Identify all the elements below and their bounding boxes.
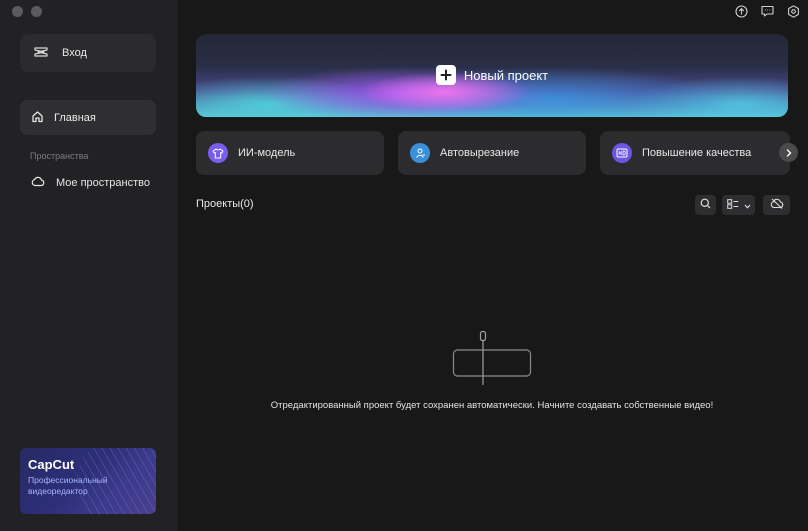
view-mode-dropdown[interactable] — [722, 195, 755, 215]
search-icon — [700, 196, 711, 214]
home-label: Главная — [54, 111, 96, 124]
plus-icon — [435, 65, 456, 85]
projects-count: (0) — [240, 198, 254, 210]
tool-cards: ИИ-модель Автовырезание Повышение качест… — [196, 131, 790, 175]
sidebar-item-home[interactable]: Главная — [20, 100, 156, 135]
tools-scroll-right-button[interactable] — [779, 143, 798, 162]
chevron-right-icon — [785, 144, 793, 162]
home-icon — [31, 110, 44, 126]
projects-header: Проекты(0) — [196, 198, 254, 210]
my-space-label: Мое пространство — [56, 177, 150, 189]
minimize-window-button[interactable] — [31, 6, 42, 17]
empty-state-message: Отредактированный проект будет сохранен … — [270, 400, 714, 411]
chevron-down-icon — [744, 196, 751, 214]
spaces-section-label: Пространства — [30, 151, 89, 161]
shirt-icon — [208, 143, 228, 163]
new-project-label: Новый проект — [463, 67, 549, 83]
capcut-logo-icon — [34, 46, 48, 61]
settings-icon[interactable] — [786, 4, 800, 18]
sidebar-item-my-space[interactable]: Мое пространство — [20, 170, 156, 196]
promo-subtitle: Профессиональный видеоредактор — [28, 475, 108, 496]
cloud-sync-button[interactable] — [763, 195, 790, 215]
promo-brand: CapCut — [28, 457, 75, 472]
projects-toolbar — [695, 195, 790, 215]
search-button[interactable] — [695, 195, 716, 215]
grid-view-icon — [726, 196, 739, 214]
upload-icon[interactable] — [734, 4, 748, 18]
cloud-icon — [31, 176, 45, 190]
projects-title: Проекты — [196, 198, 241, 210]
login-button[interactable]: Вход — [20, 34, 156, 72]
tool-ai-model-label: ИИ-модель — [238, 147, 296, 159]
top-toolbar — [734, 4, 800, 18]
sidebar: Вход Главная Пространства Мое пространст… — [0, 0, 178, 531]
tool-quality-upscale[interactable]: Повышение качества — [600, 131, 790, 175]
empty-state-illustration — [452, 330, 532, 391]
feedback-icon[interactable] — [760, 4, 774, 18]
tool-ai-model[interactable]: ИИ-модель — [196, 131, 384, 175]
person-cutout-icon — [410, 143, 430, 163]
new-project-button[interactable]: Новый проект — [196, 65, 788, 85]
capcut-promo-banner[interactable]: CapCut Профессиональный видеоредактор — [20, 448, 156, 514]
new-project-banner[interactable]: Новый проект — [196, 34, 788, 117]
tool-auto-cutout[interactable]: Автовырезание — [398, 131, 586, 175]
login-label: Вход — [62, 47, 87, 59]
hd-icon — [612, 143, 632, 163]
tool-quality-upscale-label: Повышение качества — [642, 147, 752, 159]
window-controls — [12, 6, 42, 17]
close-window-button[interactable] — [12, 6, 23, 17]
tool-auto-cutout-label: Автовырезание — [440, 147, 520, 159]
cloud-off-icon — [770, 196, 784, 214]
